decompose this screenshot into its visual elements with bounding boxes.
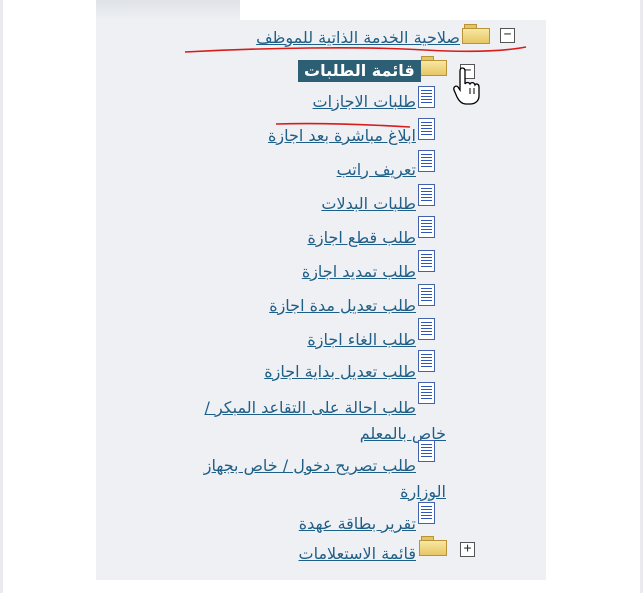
- collapse-toggle-root[interactable]: −: [500, 28, 515, 43]
- page-icon: [418, 350, 435, 372]
- page-icon: [418, 502, 435, 524]
- menu-item-modify-leave-duration[interactable]: طلب تعديل مدة اجازة: [269, 296, 416, 316]
- menu-item-custody-card-report[interactable]: تقرير بطاقة عهدة: [299, 514, 416, 534]
- page-icon: [418, 250, 435, 272]
- folder-icon: [419, 56, 447, 76]
- page-icon: [418, 86, 435, 108]
- page-icon: [418, 318, 435, 340]
- page-icon: [418, 150, 435, 172]
- menu-item-salary-certificate[interactable]: تعريف راتب: [337, 160, 416, 180]
- page-icon: [418, 216, 435, 238]
- menu-item-leave-requests[interactable]: طلبات الاجازات: [313, 92, 416, 112]
- menu-item-allowance-requests[interactable]: طلبات البدلات: [321, 194, 416, 214]
- menu-item-cut-leave[interactable]: طلب قطع اجازة: [307, 228, 416, 248]
- menu-item-entry-permit-line2[interactable]: الوزارة: [400, 482, 446, 502]
- page-icon: [418, 184, 435, 206]
- menu-item-early-retirement-line1[interactable]: طلب احالة على التقاعد المبكر /: [204, 398, 416, 418]
- window-left-border: [0, 0, 3, 593]
- page-icon: [418, 382, 435, 404]
- menu-item-cancel-leave[interactable]: طلب الغاء اجازة: [307, 330, 416, 350]
- expand-toggle-inquiries[interactable]: +: [460, 542, 475, 557]
- top-strip: [96, 0, 240, 20]
- menu-item-return-from-leave[interactable]: ابلاغ مباشرة بعد اجازة: [268, 126, 416, 146]
- menu-item-extend-leave[interactable]: طلب تمديد اجازة: [302, 262, 416, 282]
- folder-icon: [462, 24, 490, 44]
- tree-node-inquiries[interactable]: قائمة الاستعلامات: [299, 544, 416, 564]
- hand-cursor-icon: [453, 67, 480, 105]
- menu-item-entry-permit-line1[interactable]: طلب تصريح دخول / خاص بجهاز: [204, 456, 416, 476]
- page-icon: [418, 118, 435, 140]
- page-icon: [418, 440, 435, 462]
- tree-root-link[interactable]: صلاحية الخدمة الذاتية للموظف: [256, 28, 460, 48]
- menu-item-modify-leave-start[interactable]: طلب تعديل بداية اجازة: [264, 362, 416, 382]
- selected-node-requests[interactable]: قائمة الطلبات: [298, 60, 421, 82]
- page-icon: [418, 284, 435, 306]
- folder-icon: [419, 536, 447, 556]
